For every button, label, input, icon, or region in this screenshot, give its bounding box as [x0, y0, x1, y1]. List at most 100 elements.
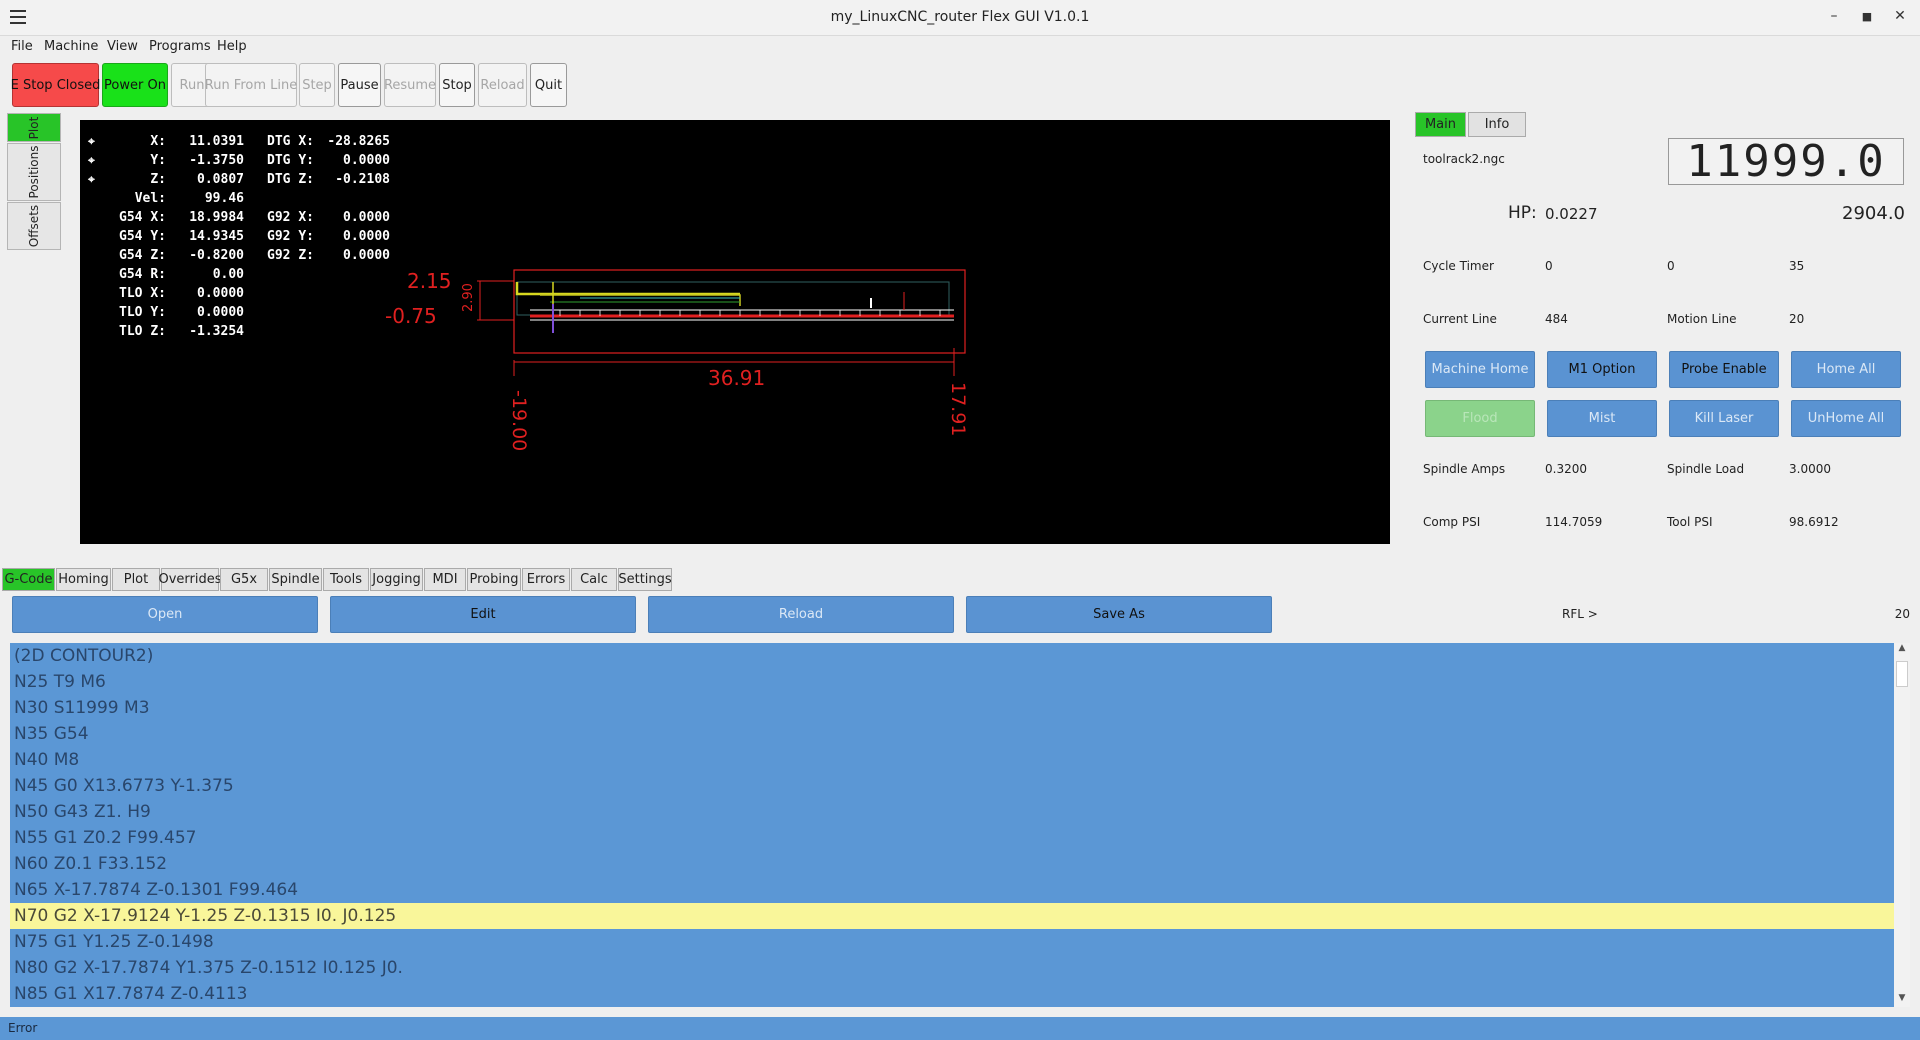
- tab-errors[interactable]: Errors: [522, 568, 570, 591]
- tab-mdi[interactable]: MDI: [424, 568, 466, 591]
- dro-value: 0.0807: [197, 172, 244, 187]
- gcode-line[interactable]: N50 G43 Z1. H9: [10, 799, 1894, 825]
- cycle-timer-minutes: 0: [1667, 259, 1675, 273]
- tab-calc[interactable]: Calc: [571, 568, 617, 591]
- cycle-timer-seconds: 35: [1789, 259, 1805, 273]
- stop-button[interactable]: Stop: [439, 63, 475, 107]
- dro-value: -28.8265: [327, 134, 390, 149]
- gcode-line[interactable]: N85 G1 X17.7874 Z-0.4113: [10, 981, 1894, 1007]
- unhome-all-button[interactable]: UnHome All: [1791, 400, 1901, 437]
- current-line-value: 484: [1545, 312, 1568, 326]
- save-as-button[interactable]: Save As: [966, 596, 1272, 633]
- toolpath-plot[interactable]: 2.15 -0.75 2.90 36.91 -19.00 17.91 ⌖ X: …: [80, 120, 1390, 544]
- gcode-line[interactable]: N30 S11999 M3: [10, 695, 1894, 721]
- tab-offsets-vertical[interactable]: Offsets: [7, 202, 61, 250]
- tab-positions-label: Positions: [27, 145, 41, 199]
- rfl-line-number: 20: [1894, 607, 1910, 621]
- home-all-button[interactable]: Home All: [1791, 351, 1901, 388]
- z-height-label: 2.90: [461, 283, 476, 312]
- scroll-thumb[interactable]: [1896, 661, 1908, 687]
- gcode-line-current[interactable]: N70 G2 X-17.9124 Y-1.25 Z-0.1315 I0. J0.…: [10, 903, 1894, 929]
- menu-machine[interactable]: Machine: [44, 39, 98, 54]
- open-button[interactable]: Open: [12, 596, 318, 633]
- dro-label: G92 X:: [267, 210, 314, 225]
- homed-axis-icon: ⌖: [88, 134, 95, 148]
- m1-option-button[interactable]: M1 Option: [1547, 351, 1657, 388]
- gcode-line[interactable]: N35 G54: [10, 721, 1894, 747]
- close-icon[interactable]: ✕: [1890, 8, 1910, 24]
- spindle-speed-lcd: 11999.0: [1668, 136, 1904, 187]
- motion-line-label: Motion Line: [1667, 312, 1737, 326]
- tab-probing[interactable]: Probing: [467, 568, 521, 591]
- gcode-line[interactable]: N65 X-17.7874 Z-0.1301 F99.464: [10, 877, 1894, 903]
- dro-value: 0.0000: [343, 229, 390, 244]
- quit-button[interactable]: Quit: [530, 63, 567, 107]
- tab-plot[interactable]: Plot: [112, 568, 160, 591]
- gcode-viewer[interactable]: (2D CONTOUR2) N25 T9 M6 N30 S11999 M3 N35 G…: [10, 643, 1894, 1007]
- tab-positions-vertical[interactable]: Positions: [7, 143, 61, 201]
- tab-tools[interactable]: Tools: [323, 568, 369, 591]
- current-line-label: Current Line: [1423, 312, 1497, 326]
- minimize-icon[interactable]: –: [1824, 8, 1844, 24]
- maximize-icon[interactable]: ■: [1857, 10, 1877, 23]
- dro-value: 0.0000: [197, 286, 244, 301]
- menu-help[interactable]: Help: [217, 39, 247, 54]
- probe-enable-button[interactable]: Probe Enable: [1669, 351, 1779, 388]
- gcode-line[interactable]: N40 M8: [10, 747, 1894, 773]
- dro-label: G54 Y:: [119, 229, 166, 244]
- dro-value: 0.00: [212, 267, 244, 282]
- rfl-label[interactable]: RFL >: [1562, 607, 1598, 621]
- dro-value: -1.3750: [189, 153, 244, 168]
- tab-homing[interactable]: Homing: [56, 568, 111, 591]
- machine-home-button[interactable]: Machine Home: [1425, 351, 1535, 388]
- tab-g-code[interactable]: G-Code: [2, 568, 55, 591]
- gcode-line[interactable]: N55 G1 Z0.2 F99.457: [10, 825, 1894, 851]
- tab-main[interactable]: Main: [1415, 112, 1466, 137]
- menu-view[interactable]: View: [107, 39, 138, 54]
- dro-label: G92 Z:: [267, 248, 314, 263]
- step-button[interactable]: Step: [299, 63, 335, 107]
- gcode-scrollbar[interactable]: ▲ ▼: [1894, 643, 1910, 1007]
- dro-value: 11.0391: [189, 134, 244, 149]
- spindle-load-label: Spindle Load: [1667, 462, 1745, 476]
- spindle-amps-label: Spindle Amps: [1423, 462, 1506, 476]
- dro-value: 14.9345: [189, 229, 244, 244]
- tab-g5x[interactable]: G5x: [220, 568, 268, 591]
- menu-file[interactable]: File: [11, 39, 33, 54]
- power-button[interactable]: Power On: [102, 63, 168, 107]
- dro-value: 0.0000: [343, 248, 390, 263]
- title-bar: my_LinuxCNC_router Flex GUI V1.0.1 – ■ ✕: [0, 0, 1920, 36]
- tab-plot-vertical[interactable]: Plot: [7, 113, 61, 142]
- gcode-line[interactable]: N45 G0 X13.6773 Y-1.375: [10, 773, 1894, 799]
- resume-button[interactable]: Resume: [384, 63, 436, 107]
- dro-label: DTG Y:: [267, 153, 314, 168]
- gcode-line[interactable]: N75 G1 Y1.25 Z-0.1498: [10, 929, 1894, 955]
- gcode-line[interactable]: (2D CONTOUR2): [10, 643, 1894, 669]
- tab-overrides[interactable]: Overrides: [158, 568, 222, 591]
- tab-info[interactable]: Info: [1468, 112, 1526, 137]
- dro-label: DTG X:: [267, 134, 314, 149]
- tab-jogging[interactable]: Jogging: [370, 568, 423, 591]
- mist-button[interactable]: Mist: [1547, 400, 1657, 437]
- dro-value: 99.46: [204, 191, 244, 206]
- run-from-line-button[interactable]: Run From Line: [205, 63, 297, 107]
- kill-laser-button[interactable]: Kill Laser: [1669, 400, 1779, 437]
- menu-programs[interactable]: Programs: [149, 39, 211, 54]
- reload-file-button[interactable]: Reload: [648, 596, 954, 633]
- dro-label: Vel:: [134, 191, 166, 206]
- dro-value: -0.2108: [335, 172, 390, 187]
- z-bottom-label: -0.75: [385, 304, 437, 328]
- estop-button[interactable]: E Stop Closed: [11, 63, 100, 107]
- gcode-line[interactable]: N25 T9 M6: [10, 669, 1894, 695]
- tab-settings[interactable]: Settings: [618, 568, 672, 591]
- flood-button[interactable]: Flood: [1425, 400, 1535, 437]
- gcode-line[interactable]: N60 Z0.1 F33.152: [10, 851, 1894, 877]
- scroll-up-icon[interactable]: ▲: [1894, 643, 1910, 657]
- edit-button[interactable]: Edit: [330, 596, 636, 633]
- scroll-down-icon[interactable]: ▼: [1894, 993, 1910, 1007]
- reload-button[interactable]: Reload: [478, 63, 527, 107]
- pause-button[interactable]: Pause: [338, 63, 381, 107]
- dro-label: G54 R:: [119, 267, 166, 282]
- tab-spindle[interactable]: Spindle: [269, 568, 322, 591]
- gcode-line[interactable]: N80 G2 X-17.7874 Y1.375 Z-0.1512 I0.125 …: [10, 955, 1894, 981]
